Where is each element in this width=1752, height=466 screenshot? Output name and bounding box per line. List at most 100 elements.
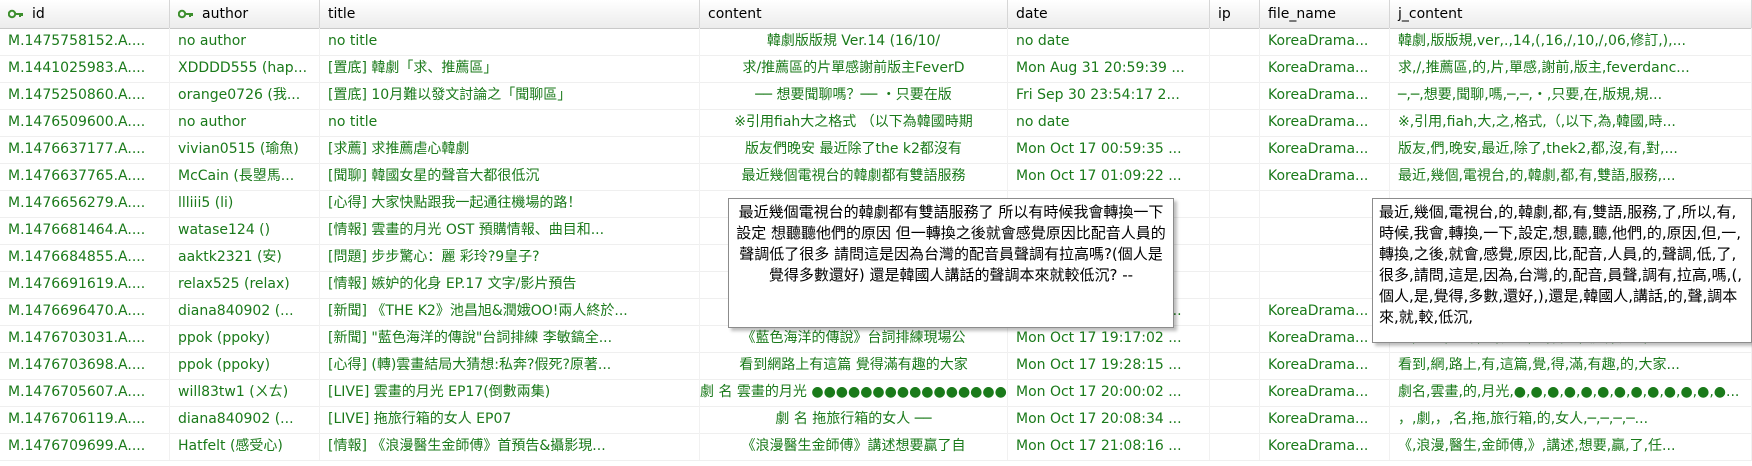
table-row[interactable]: M.1476509600.A.... no author no title ※引用fi… bbox=[0, 109, 1752, 137]
cell-title[interactable]: no title bbox=[320, 109, 700, 136]
cell-ip[interactable] bbox=[1210, 82, 1260, 109]
column-header-file-name[interactable]: file_name bbox=[1260, 0, 1390, 28]
cell-file-name[interactable] bbox=[1260, 217, 1390, 244]
cell-ip[interactable] bbox=[1210, 433, 1260, 460]
column-header-author[interactable]: author bbox=[170, 0, 320, 28]
cell-id[interactable]: M.1476709699.A.... bbox=[0, 433, 170, 460]
cell-date[interactable]: Fri Sep 30 23:54:17 2... bbox=[1008, 82, 1210, 109]
cell-date[interactable]: no date bbox=[1008, 109, 1210, 136]
cell-ip[interactable] bbox=[1210, 379, 1260, 406]
cell-author[interactable]: diana840902 (... bbox=[170, 298, 320, 325]
cell-author[interactable]: relax525 (relax) bbox=[170, 271, 320, 298]
cell-ip[interactable] bbox=[1210, 28, 1260, 55]
cell-ip[interactable] bbox=[1210, 136, 1260, 163]
cell-ip[interactable] bbox=[1210, 217, 1260, 244]
cell-content[interactable]: ※引用fiah大之格式 （以下為韓國時期 bbox=[700, 109, 1008, 136]
cell-id[interactable]: M.1475758152.A.... bbox=[0, 28, 170, 55]
cell-j-content[interactable]: 韓劇,版版規,ver,.,14,(,16,/,10,/,06,修訂,),... bbox=[1390, 28, 1752, 55]
cell-content[interactable]: 劇 名 雲畫的月光 ●●●●●●●●●●●●●●●●●●●● bbox=[700, 379, 1008, 406]
cell-ip[interactable] bbox=[1210, 109, 1260, 136]
cell-title[interactable]: [心得] (轉)雲畫結局大猜想:私奔?假死?原著... bbox=[320, 352, 700, 379]
cell-title[interactable]: [情報] 雲畫的月光 OST 預購情報、曲目和... bbox=[320, 217, 700, 244]
table-row[interactable]: M.1476703698.A.... ppok (ppoky) [心得] (轉)雲畫… bbox=[0, 352, 1752, 380]
column-header-id[interactable]: id bbox=[0, 0, 170, 28]
cell-title[interactable]: [置底] 韓劇「求、推薦區」 bbox=[320, 55, 700, 82]
cell-id[interactable]: M.1476637177.A.... bbox=[0, 136, 170, 163]
cell-date[interactable]: no date bbox=[1008, 28, 1210, 55]
cell-date[interactable]: Mon Oct 17 00:59:35 ... bbox=[1008, 136, 1210, 163]
cell-author[interactable]: diana840902 (... bbox=[170, 406, 320, 433]
cell-id[interactable]: M.1475250860.A.... bbox=[0, 82, 170, 109]
cell-author[interactable]: XDDDD555 (hap... bbox=[170, 55, 320, 82]
table-row[interactable]: M.1476709699.A.... Hatfelt (感受心) [情報] 《浪漫醫… bbox=[0, 433, 1752, 461]
cell-id[interactable]: M.1476681464.A.... bbox=[0, 217, 170, 244]
cell-j-content[interactable]: ─,─,想要,聞聊,嗎,─,─,・,只要,在,版規,規... bbox=[1390, 82, 1752, 109]
cell-ip[interactable] bbox=[1210, 325, 1260, 352]
cell-author[interactable]: no author bbox=[170, 28, 320, 55]
cell-content[interactable]: 劇 名 拖旅行箱的女人 ── bbox=[700, 406, 1008, 433]
cell-title[interactable]: [心得] 大家快點跟我一起通往機場的路！ bbox=[320, 190, 700, 217]
cell-j-content[interactable]: 版友,們,晚安,最近,除了,thek2,都,沒,有,對,... bbox=[1390, 136, 1752, 163]
table-row[interactable]: M.1441025983.A.... XDDDD555 (hap... [置底] 韓… bbox=[0, 55, 1752, 83]
cell-title[interactable]: [新聞] 《THE K2》池昌旭&潤娥OO!兩人終於... bbox=[320, 298, 700, 325]
cell-ip[interactable] bbox=[1210, 244, 1260, 271]
cell-title[interactable]: [求薦] 求推薦虐心韓劇 bbox=[320, 136, 700, 163]
cell-title[interactable]: [問題] 步步驚心：麗 彩玲?9皇子? bbox=[320, 244, 700, 271]
cell-j-content[interactable]: 求,/,推薦區,的,片,單感,謝前,版主,feverdanc... bbox=[1390, 55, 1752, 82]
cell-author[interactable]: watase124 () bbox=[170, 217, 320, 244]
cell-content[interactable]: 《浪漫醫生金師傅》講述想要贏了自 bbox=[700, 433, 1008, 460]
cell-author[interactable]: McCain (長曌馬... bbox=[170, 163, 320, 190]
table-row[interactable]: M.1476637765.A.... McCain (長曌馬... [聞聊] 韓國女… bbox=[0, 163, 1752, 191]
cell-j-content[interactable]: ，,劇,，,名,拖,旅行箱,的,女人,─,─,─,─... bbox=[1390, 406, 1752, 433]
column-header-j-content[interactable]: j_content bbox=[1390, 0, 1752, 28]
cell-title[interactable]: no title bbox=[320, 28, 700, 55]
cell-content[interactable]: 最近幾個電視台的韓劇都有雙語服務 bbox=[700, 163, 1008, 190]
cell-content[interactable]: 韓劇版版規 Ver.14 (16/10/ bbox=[700, 28, 1008, 55]
cell-date[interactable]: Mon Aug 31 20:59:39 ... bbox=[1008, 55, 1210, 82]
cell-author[interactable]: ppok (ppoky) bbox=[170, 325, 320, 352]
cell-date[interactable]: Mon Oct 17 01:09:22 ... bbox=[1008, 163, 1210, 190]
column-header-date[interactable]: date bbox=[1008, 0, 1210, 28]
table-row[interactable]: M.1476706119.A.... diana840902 (... [LIVE]… bbox=[0, 406, 1752, 434]
table-row[interactable]: M.1476637177.A.... vivian0515 (瑜魚) [求薦] 求推… bbox=[0, 136, 1752, 164]
table-row[interactable]: M.1475758152.A.... no author no title 韓劇版版規… bbox=[0, 28, 1752, 56]
cell-author[interactable]: orange0726 (我... bbox=[170, 82, 320, 109]
cell-ip[interactable] bbox=[1210, 406, 1260, 433]
column-header-ip[interactable]: ip bbox=[1210, 0, 1260, 28]
cell-author[interactable]: llliii5 (li) bbox=[170, 190, 320, 217]
cell-ip[interactable] bbox=[1210, 298, 1260, 325]
cell-id[interactable]: M.1476696470.A.... bbox=[0, 298, 170, 325]
cell-file-name[interactable]: KoreaDrama... bbox=[1260, 325, 1390, 352]
cell-file-name[interactable]: KoreaDrama... bbox=[1260, 55, 1390, 82]
cell-author[interactable]: vivian0515 (瑜魚) bbox=[170, 136, 320, 163]
cell-j-content[interactable]: 《,浪漫,醫生,金師傅,》,講述,想要,贏,了,任... bbox=[1390, 433, 1752, 460]
cell-j-content[interactable]: 看到,網,路上,有,這篇,覺,得,滿,有趣,的,大家... bbox=[1390, 352, 1752, 379]
cell-title[interactable]: [LIVE] 雲畫的月光 EP17(倒數兩集) bbox=[320, 379, 700, 406]
cell-id[interactable]: M.1476656279.A.... bbox=[0, 190, 170, 217]
cell-j-content[interactable]: 最近,幾個,電視台,的,韓劇,都,有,雙語,服務,... bbox=[1390, 163, 1752, 190]
column-header-title[interactable]: title bbox=[320, 0, 700, 28]
cell-author[interactable]: Hatfelt (感受心) bbox=[170, 433, 320, 460]
cell-id[interactable]: M.1476691619.A.... bbox=[0, 271, 170, 298]
cell-title[interactable]: [情報] 嫉妒的化身 EP.17 文字/影片預告 bbox=[320, 271, 700, 298]
cell-date[interactable]: Mon Oct 17 20:08:34 ... bbox=[1008, 406, 1210, 433]
cell-id[interactable]: M.1476509600.A.... bbox=[0, 109, 170, 136]
cell-file-name[interactable] bbox=[1260, 244, 1390, 271]
cell-content[interactable]: 求/推薦區的片單感謝前版主FeverD bbox=[700, 55, 1008, 82]
cell-file-name[interactable]: KoreaDrama... bbox=[1260, 82, 1390, 109]
cell-j-content[interactable]: ※,引用,fiah,大,之,格式,（,以下,為,韓國,時... bbox=[1390, 109, 1752, 136]
cell-file-name[interactable]: KoreaDrama... bbox=[1260, 298, 1390, 325]
cell-content[interactable]: ── 想要聞聊嗎？── ・只要在版 bbox=[700, 82, 1008, 109]
cell-title[interactable]: [置底] 10月難以發文討論之「聞聊區」 bbox=[320, 82, 700, 109]
cell-title[interactable]: [情報] 《浪漫醫生金師傅》首預告&攝影現... bbox=[320, 433, 700, 460]
cell-ip[interactable] bbox=[1210, 163, 1260, 190]
cell-file-name[interactable]: KoreaDrama... bbox=[1260, 163, 1390, 190]
cell-ip[interactable] bbox=[1210, 271, 1260, 298]
cell-title[interactable]: [新聞] "藍色海洋的傳說"台詞排練 李敏鎬全... bbox=[320, 325, 700, 352]
cell-date[interactable]: Mon Oct 17 20:00:02 ... bbox=[1008, 379, 1210, 406]
cell-j-content[interactable]: 劇名,雲畫,的,月光,●,●,●,●,●,●,●,●,●,●,●,●,●... bbox=[1390, 379, 1752, 406]
cell-author[interactable]: aaktk2321 (安) bbox=[170, 244, 320, 271]
cell-date[interactable]: Mon Oct 17 19:28:15 ... bbox=[1008, 352, 1210, 379]
cell-ip[interactable] bbox=[1210, 55, 1260, 82]
cell-file-name[interactable]: KoreaDrama... bbox=[1260, 109, 1390, 136]
